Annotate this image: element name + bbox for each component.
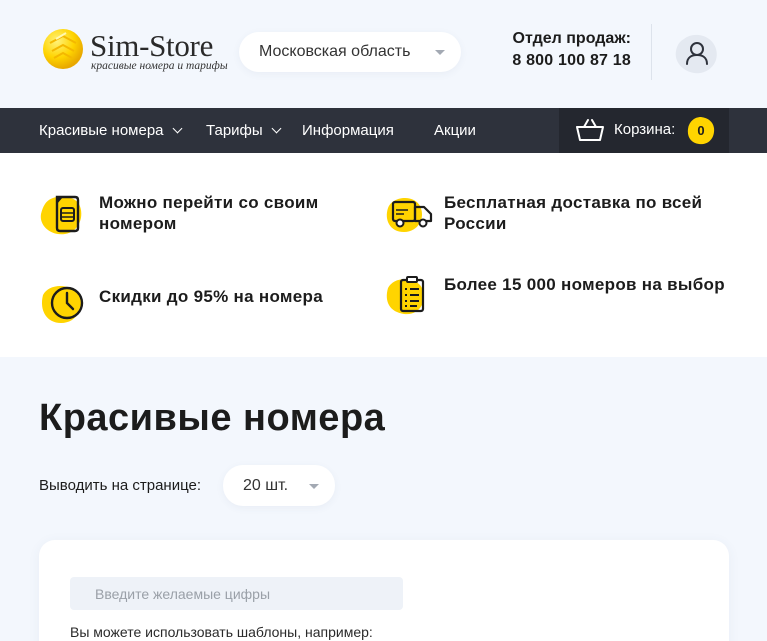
nav-item-label: Информация xyxy=(302,122,394,139)
cart-count-badge: 0 xyxy=(686,116,716,146)
cart-label: Корзина: xyxy=(614,121,676,138)
account-button[interactable] xyxy=(672,29,720,77)
template-hint: Вы можете использовать шаблоны, например… xyxy=(70,624,373,640)
logo[interactable]: Sim-Store красивые номера и тарифы xyxy=(42,27,237,77)
features-section: Можно перейти со своим номером Бесплатна… xyxy=(0,153,767,357)
nav-item-label: Тарифы xyxy=(206,122,263,139)
user-icon xyxy=(675,34,717,74)
feature-text: Можно перейти со своим номером xyxy=(99,193,319,233)
digits-search-input[interactable] xyxy=(70,577,403,610)
feature-text: Скидки до 95% на номера xyxy=(99,287,323,306)
logo-brand: Sim-Store xyxy=(90,28,214,63)
nav-item-beautiful-numbers[interactable]: Красивые номера xyxy=(39,122,182,139)
nav-item-tariffs[interactable]: Тарифы xyxy=(206,122,282,139)
sales-contact: Отдел продаж: 8 800 100 87 18 xyxy=(490,30,631,70)
checklist-icon xyxy=(386,276,425,315)
number-search-card: Вы можете использовать шаблоны, например… xyxy=(39,540,729,641)
region-select-value: Московская область xyxy=(259,43,411,60)
page-title: Красивые номера xyxy=(39,397,386,439)
sim-card-icon xyxy=(40,195,82,235)
site-header: Sim-Store красивые номера и тарифы Моско… xyxy=(0,0,767,108)
feature-text: Более 15 000 номеров на выбор xyxy=(444,275,725,294)
sales-label: Отдел продаж: xyxy=(512,30,631,47)
logo-tagline: красивые номера и тарифы xyxy=(91,60,228,72)
chevron-down-icon xyxy=(309,484,319,489)
feature-text: Бесплатная доставка по всей России xyxy=(444,193,703,233)
logo-coin-icon xyxy=(43,29,83,69)
nav-item-label: Красивые номера xyxy=(39,122,164,139)
cart-button[interactable]: Корзина: 0 xyxy=(559,108,729,153)
chevron-down-icon xyxy=(172,123,182,134)
nav-item-information[interactable]: Информация xyxy=(302,122,394,139)
per-page-select-value: 20 шт. xyxy=(243,477,289,494)
chevron-down-icon xyxy=(435,50,445,55)
nav-item-promotions[interactable]: Акции xyxy=(434,122,476,139)
basket-icon xyxy=(576,119,604,141)
delivery-truck-icon xyxy=(386,197,433,232)
per-page-label: Выводить на странице: xyxy=(39,477,202,494)
sales-phone-link[interactable]: 8 800 100 87 18 xyxy=(490,52,631,70)
nav-item-label: Акции xyxy=(434,122,476,139)
cart-count: 0 xyxy=(697,123,705,138)
clock-icon xyxy=(41,286,84,323)
divider xyxy=(651,24,652,80)
region-select[interactable]: Московская область xyxy=(239,32,461,72)
per-page-select[interactable]: 20 шт. xyxy=(223,465,335,506)
chevron-down-icon xyxy=(271,123,282,134)
